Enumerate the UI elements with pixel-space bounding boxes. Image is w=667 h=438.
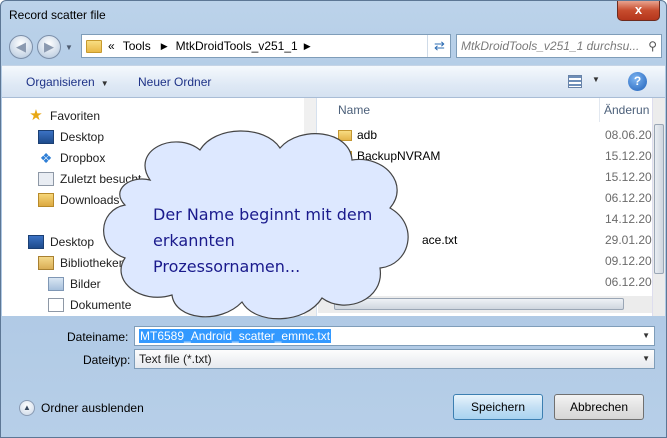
scrollbar-thumb[interactable] [654,124,664,274]
column-header-name[interactable]: Name [334,98,600,122]
file-date: 06.12.201 [605,275,652,289]
help-button[interactable]: ? [628,72,647,91]
address-bar[interactable]: « Tools ▶ MtkDroidTools_v251_1 ▶ [81,34,451,58]
callout-line: erkannten [153,231,235,250]
hide-folders-toggle[interactable]: ▲ Ordner ausblenden [19,400,144,416]
callout-text: Der Name beginnt mit dem erkannten Proze… [153,202,393,280]
chevron-right-icon[interactable]: ▶ [304,41,311,52]
chevron-right-icon[interactable]: ▶ [161,41,168,52]
search-placeholder: MtkDroidTools_v251_1 durchsu... [461,39,640,53]
close-button[interactable]: x [617,1,660,21]
command-bar: Organisieren ▼ Neuer Ordner ▼ ? [2,65,665,98]
sidebar-item-label: Desktop [50,235,95,249]
documents-icon [48,298,64,312]
libraries-icon [38,256,54,270]
search-input[interactable]: MtkDroidTools_v251_1 durchsu... ⚲ [456,34,662,58]
search-icon: ⚲ [648,39,657,53]
organize-label: Organisieren [26,75,95,89]
chevron-down-icon: ▼ [100,79,109,88]
title-bar: Record scatter file x [1,1,666,29]
back-arrow-icon[interactable]: ◀ [9,35,33,59]
pictures-icon [48,277,64,291]
refresh-icon[interactable]: ⇄ [427,35,451,57]
file-date: 06.12.201 [605,191,652,205]
star-icon: ★ [29,107,43,124]
view-options-icon[interactable] [568,75,582,88]
forward-arrow-icon[interactable]: ▶ [37,35,61,59]
downloads-icon [38,193,54,207]
navigation-bar: ◀ ▶ ▼ « Tools ▶ MtkDroidTools_v251_1 ▶ ⇄… [1,29,666,65]
folder-icon [86,39,102,53]
file-date: 09.12.201 [605,254,652,268]
filetype-select[interactable]: Text file (*.txt) ▼ [134,349,655,369]
recent-pages-dropdown-icon[interactable]: ▼ [65,43,75,53]
file-date: 29.01.201 [605,233,652,247]
save-button[interactable]: Speichern [453,394,543,420]
filename-value: MT6589_Android_scatter_emmc.txt [139,329,332,343]
column-header-date[interactable]: Änderun [600,98,652,122]
window-title: Record scatter file [9,8,106,22]
file-date: 14.12.201 [605,212,652,226]
hide-folders-label: Ordner ausblenden [41,401,144,415]
cancel-button[interactable]: Abbrechen [554,394,644,420]
address-prefix: « [108,39,115,53]
chevron-down-icon[interactable]: ▼ [642,327,650,345]
desktop-icon [38,130,54,144]
chevron-up-icon: ▲ [19,400,35,416]
filetype-value: Text file (*.txt) [139,352,212,366]
breadcrumb-tools[interactable]: Tools [123,39,151,53]
file-date: 08.06.201 [605,128,652,142]
file-date: 15.12.201 [605,149,652,163]
recent-places-icon [38,172,54,186]
breadcrumb-mtkdroidtools[interactable]: MtkDroidTools_v251_1 [176,39,298,53]
desktop-icon [28,235,44,249]
dropbox-icon: ❖ [39,150,53,166]
new-folder-button[interactable]: Neuer Ordner [138,75,211,89]
callout-line: Prozessornamen... [153,257,301,276]
callout-line: Der Name beginnt mit dem [153,205,373,224]
organize-button[interactable]: Organisieren ▼ [26,75,109,89]
file-date: 15.12.201 [605,170,652,184]
filetype-label: Dateityp: [83,353,131,367]
file-list-scrollbar[interactable] [652,98,665,316]
chevron-down-icon[interactable]: ▼ [592,75,600,84]
sidebar-item-desktop-root[interactable]: Desktop [28,232,94,252]
chevron-down-icon: ▼ [642,354,650,363]
filename-label: Dateiname: [67,330,129,344]
